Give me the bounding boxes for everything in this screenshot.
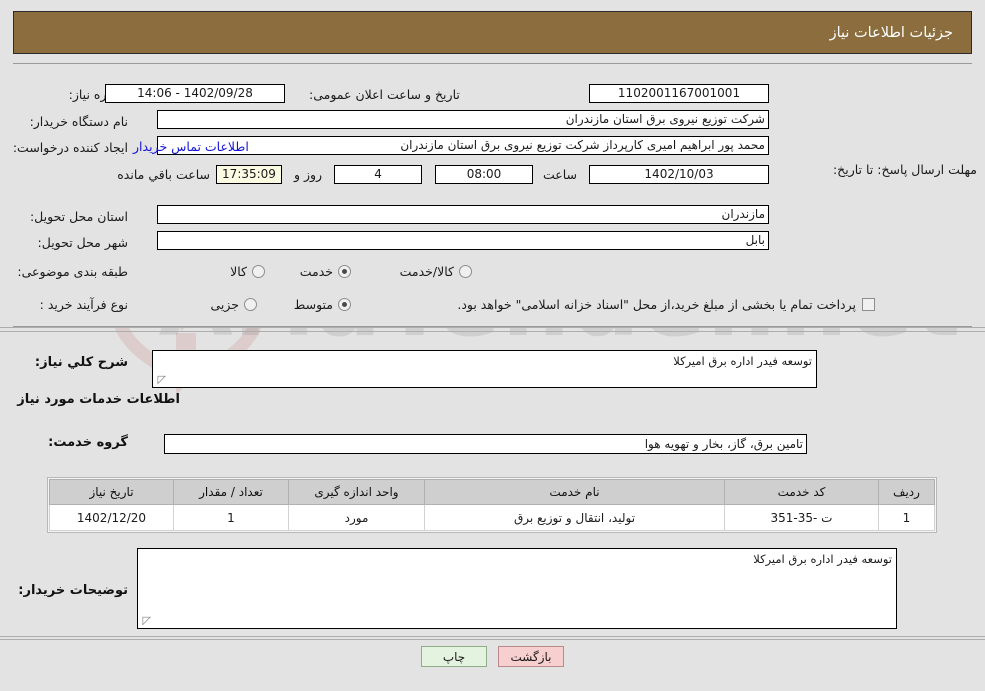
buyer-contact-link[interactable]: اطلاعات تماس خریدار: [133, 139, 249, 154]
general-description-box[interactable]: توسعه فیدر اداره برق امیرکلا ◸: [152, 350, 817, 388]
divider-2: [0, 636, 985, 637]
announce-datetime-value: 1402/09/28 - 14:06: [105, 84, 285, 103]
service-group-label: گروه خدمت:: [48, 435, 128, 450]
need-number-value: 1102001167001001: [589, 84, 769, 103]
th-need-date: تاریخ نیاز: [49, 479, 174, 505]
delivery-city-label: شهر محل تحویل:: [37, 234, 128, 250]
cell-unit: مورد: [288, 504, 425, 531]
deadline-date-value: 1402/10/03: [589, 165, 769, 184]
page-title: جزئیات اطلاعات نیاز: [829, 24, 953, 41]
cell-service-code: ت -35-351: [724, 504, 879, 531]
treasury-docs-label: پرداخت تمام یا بخشی از مبلغ خرید،از محل …: [457, 296, 856, 312]
services-table-wrapper: ردیف کد خدمت نام خدمت واحد اندازه گیری ت…: [47, 477, 937, 533]
deadline-time-value: 08:00: [435, 165, 533, 184]
classification-option-label-0: کالا: [230, 263, 247, 279]
footer-button-row: بازگشت چاپ: [0, 646, 985, 667]
back-button[interactable]: بازگشت: [498, 646, 564, 667]
th-service-code: کد خدمت: [724, 479, 879, 505]
th-row: ردیف: [878, 479, 935, 505]
delivery-city-value: بابل: [157, 231, 769, 250]
radio-khedmat[interactable]: [338, 264, 351, 278]
th-unit: واحد اندازه گیری: [288, 479, 425, 505]
remaining-days-value: 4: [334, 165, 422, 184]
request-creator-label: ایجاد کننده درخواست:: [12, 139, 128, 155]
row-response-deadline: مهلت ارسال پاسخ: تا تاریخ: 1402/10/03 سا…: [0, 162, 985, 202]
row-need-number: شماره نیاز: 1102001167001001 تاریخ و ساع…: [0, 83, 985, 105]
cell-need-date: 1402/12/20: [49, 504, 174, 531]
th-quantity: تعداد / مقدار: [173, 479, 289, 505]
page-header-bar: جزئیات اطلاعات نیاز: [13, 11, 972, 54]
row-buyer-org: نام دستگاه خریدار: شرکت توزیع نیروی برق …: [0, 110, 985, 132]
row-purchase-process: نوع فرآیند خرید : جزیی متوسط پرداخت تمام…: [0, 293, 985, 315]
resize-grip-icon[interactable]: ◸: [156, 374, 166, 385]
radio-kala[interactable]: [252, 264, 265, 278]
divider-1: [0, 327, 985, 328]
announce-datetime-label: تاریخ و ساعت اعلان عمومی:: [309, 86, 460, 102]
classification-option-label-1: خدمت: [299, 263, 333, 279]
radio-jozii[interactable]: [244, 297, 257, 311]
page-root: AriaTender.net جزئیات اطلاعات نیاز شماره…: [0, 0, 985, 691]
general-description-label: شرح کلي نياز:: [34, 355, 128, 370]
remaining-clock-value: 17:35:09: [216, 165, 282, 184]
remaining-days-label: روز و: [293, 167, 323, 182]
treasury-docs-checkbox[interactable]: [862, 297, 875, 311]
buyer-org-value: شرکت توزیع نیروی برق استان مازندران: [157, 110, 769, 129]
divider-1b: [0, 331, 985, 332]
buyer-notes-value: توسعه فیدر اداره برق امیرکلا: [753, 552, 892, 566]
resize-grip-icon-2[interactable]: ◸: [141, 615, 151, 626]
table-header-row: ردیف کد خدمت نام خدمت واحد اندازه گیری ت…: [49, 479, 935, 505]
general-description-value: توسعه فیدر اداره برق امیرکلا: [673, 354, 812, 368]
classification-label: طبقه بندی موضوعی:: [17, 263, 128, 279]
row-delivery-province: استان محل تحویل: مازندران: [0, 205, 985, 227]
table-row: 1 ت -35-351 تولید، انتقال و توزیع برق مو…: [49, 504, 935, 531]
classification-option-kala[interactable]: کالا: [230, 264, 265, 279]
cell-row: 1: [878, 504, 935, 531]
service-group-value: تامین برق، گاز، بخار و تهویه هوا: [164, 434, 807, 454]
row-delivery-city: شهر محل تحویل: بابل: [0, 231, 985, 253]
process-option-label-0: جزیی: [210, 296, 239, 312]
th-service-name: نام خدمت: [424, 479, 725, 505]
response-deadline-label: مهلت ارسال پاسخ: تا تاریخ:: [832, 162, 977, 177]
purchase-process-label: نوع فرآیند خرید :: [39, 296, 128, 312]
remaining-suffix-label: ساعت باقي مانده: [117, 167, 210, 182]
process-option-jozii[interactable]: جزیی: [210, 297, 257, 312]
delivery-province-label: استان محل تحویل:: [29, 208, 128, 224]
print-button[interactable]: چاپ: [421, 646, 487, 667]
buyer-notes-box[interactable]: توسعه فیدر اداره برق امیرکلا ◸: [137, 548, 897, 629]
classification-option-kala-khedmat[interactable]: کالا/خدمت: [400, 264, 472, 279]
services-table: ردیف کد خدمت نام خدمت واحد اندازه گیری ت…: [49, 479, 935, 531]
row-request-creator: ایجاد کننده درخواست: محمد پور ابراهیم ام…: [0, 136, 985, 158]
treasury-docs-checkbox-group[interactable]: پرداخت تمام یا بخشی از مبلغ خرید،از محل …: [457, 297, 875, 312]
buyer-notes-label: توضیحات خریدار:: [18, 583, 128, 598]
divider-2b: [0, 639, 985, 640]
process-option-label-1: متوسط: [293, 296, 333, 312]
radio-kala-khedmat[interactable]: [459, 264, 472, 278]
classification-option-label-2: کالا/خدمت: [399, 263, 454, 279]
classification-option-khedmat[interactable]: خدمت: [300, 264, 351, 279]
services-section-title: اطلاعات خدمات مورد نیاز: [17, 392, 180, 407]
row-classification: طبقه بندی موضوعی: کالا خدمت کالا/خدمت: [0, 261, 985, 281]
process-option-motavaset[interactable]: متوسط: [294, 297, 351, 312]
cell-service-name: تولید، انتقال و توزیع برق: [424, 504, 725, 531]
delivery-province-value: مازندران: [157, 205, 769, 224]
cell-quantity: 1: [173, 504, 289, 531]
buyer-org-label: نام دستگاه خریدار:: [29, 113, 128, 129]
deadline-time-label: ساعت: [542, 167, 577, 182]
radio-motavaset[interactable]: [338, 297, 351, 311]
